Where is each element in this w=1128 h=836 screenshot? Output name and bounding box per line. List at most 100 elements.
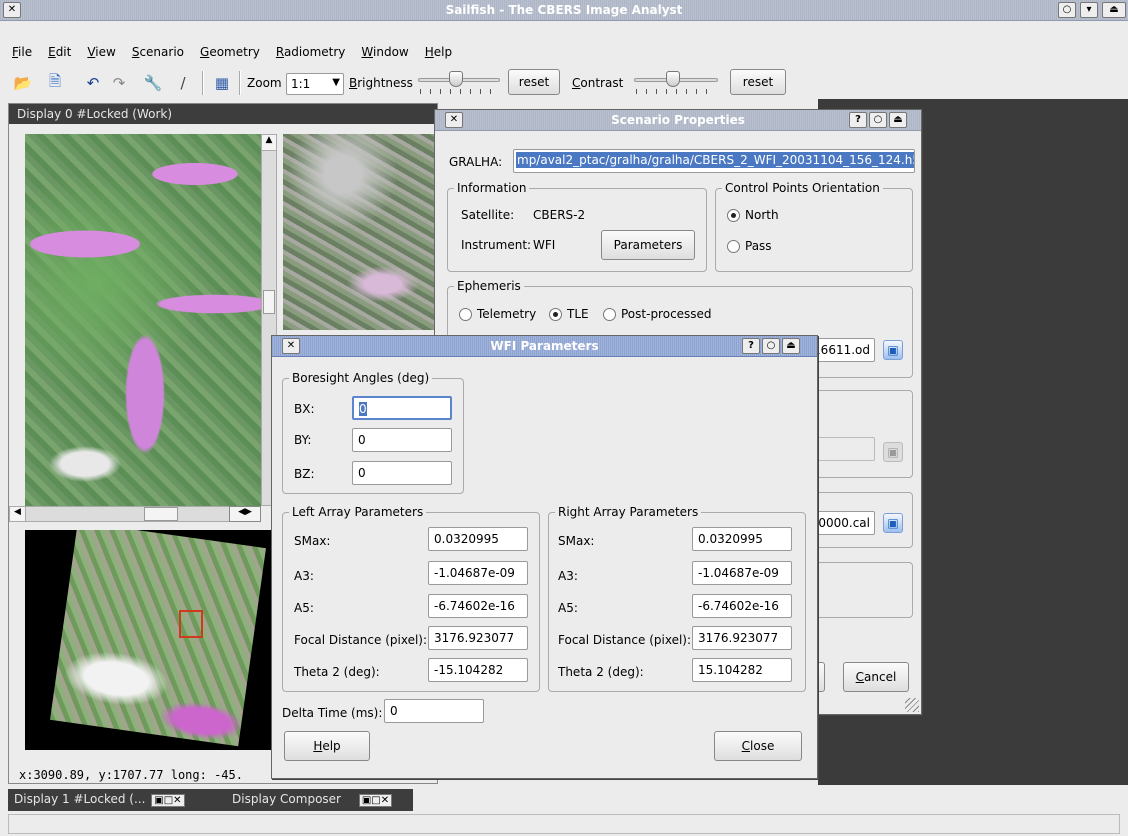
main-options-button[interactable]: ○ (1058, 2, 1076, 18)
scenario-help-button[interactable]: ? (849, 112, 867, 128)
wfi-close-button[interactable]: ✕ (282, 338, 300, 354)
north-radio[interactable]: North (727, 208, 779, 222)
menu-help[interactable]: Help (417, 45, 460, 59)
bz-input[interactable]: 0 (352, 461, 452, 485)
satellite-value: CBERS-2 (533, 208, 586, 222)
open-folder-icon[interactable]: 📂 (12, 72, 34, 94)
radio-selected-icon (727, 208, 740, 222)
viewport-rectangle[interactable] (179, 610, 203, 638)
scroll-up-arrow-icon[interactable]: ▲ (262, 135, 276, 151)
display-icon[interactable]: ▦ (211, 72, 233, 94)
right-focal-input[interactable]: 3176.923077 (692, 626, 792, 650)
eject-icon: ⏏ (893, 114, 903, 125)
left-theta-input[interactable]: -15.104282 (428, 658, 528, 682)
wfi-help-button[interactable]: ? (742, 338, 760, 354)
left-a3-input[interactable]: -1.04687e-09 (428, 561, 528, 585)
orbit-file-value: 16611.od (813, 343, 870, 357)
scenario-title: Scenario Properties (611, 113, 745, 127)
right-a5-input[interactable]: -6.74602e-16 (692, 594, 792, 618)
main-maximize-button[interactable]: ⏏ (1102, 2, 1126, 18)
right-a3-label: A3: (558, 569, 578, 583)
scenario-shade-button[interactable]: ⏏ (889, 112, 907, 128)
main-close-button[interactable]: ✕ (3, 2, 21, 18)
wfi-parameters-window: WFI Parameters ✕ ? ○ ⏏ Boresight Angles … (271, 335, 818, 779)
menu-scenario[interactable]: Scenario (124, 45, 192, 59)
cancel-button[interactable]: Cancel (843, 662, 909, 692)
bz-label: BZ: (294, 467, 315, 481)
tle-radio[interactable]: TLE (549, 307, 589, 321)
main-window-title: Sailfish - The CBERS Image Analyst (445, 3, 683, 17)
main-shade-button[interactable]: ▾ (1080, 2, 1098, 18)
menu-radiometry[interactable]: Radiometry (268, 45, 354, 59)
brightness-slider[interactable] (418, 71, 500, 95)
scenario-options-button[interactable]: ○ (869, 112, 887, 128)
by-input[interactable]: 0 (352, 428, 452, 452)
instrument-value: WFI (533, 238, 556, 252)
contrast-slider[interactable] (634, 71, 718, 95)
browse-folder-icon-disabled: ▣ (883, 442, 903, 462)
undo-icon[interactable]: ↶ (82, 72, 104, 94)
postprocessed-radio[interactable]: Post-processed (603, 307, 712, 321)
close-button[interactable]: Close (714, 731, 802, 761)
slider-knob[interactable] (449, 71, 463, 87)
menu-window[interactable]: Window (353, 45, 416, 59)
gralha-path-input[interactable]: mp/aval2_ptac/gralha/gralha/CBERS_2_WFI_… (513, 149, 915, 173)
horizontal-scrollbar[interactable]: ◀ (9, 506, 261, 522)
cal-file-value: 00000.cal (810, 516, 870, 530)
pen-icon[interactable]: / (172, 72, 194, 94)
left-focal-input[interactable]: 3176.923077 (428, 626, 528, 650)
radio-unselected-icon (727, 239, 740, 253)
delta-time-label: Delta Time (ms): (282, 706, 383, 720)
left-a5-input[interactable]: -6.74602e-16 (428, 594, 528, 618)
cpo-title: Control Points Orientation (722, 181, 883, 195)
by-value: 0 (358, 433, 366, 447)
slider-knob[interactable] (666, 71, 680, 87)
parameters-button[interactable]: Parameters (601, 230, 695, 260)
satellite-image-secondary (283, 134, 439, 330)
save-file-icon[interactable]: 🗎 (44, 72, 66, 94)
brightness-reset-button[interactable]: reset (508, 69, 560, 95)
contrast-reset-button[interactable]: reset (730, 69, 786, 95)
scenario-close-button[interactable]: ✕ (445, 112, 463, 128)
scroll-thumb[interactable] (144, 507, 178, 521)
menu-edit[interactable]: Edit (40, 45, 79, 59)
taskbar-display1[interactable]: Display 1 #Locked (... ▣□✕ (14, 792, 185, 807)
delta-time-input[interactable]: 0 (384, 699, 484, 723)
telemetry-radio[interactable]: Telemetry (459, 307, 536, 321)
right-theta-input[interactable]: 15.104282 (692, 658, 792, 682)
resize-grip-icon[interactable] (905, 698, 919, 712)
right-smax-input[interactable]: 0.0320995 (692, 527, 792, 551)
gralha-label: GRALHA: (449, 155, 503, 169)
eject-icon: ⏏ (1109, 4, 1119, 15)
left-a3-value: -1.04687e-09 (434, 566, 515, 580)
window-buttons-icon[interactable]: ▣□✕ (358, 794, 393, 807)
pass-radio[interactable]: Pass (727, 239, 772, 253)
zoom-label: Zoom (247, 76, 282, 90)
zoom-select[interactable]: 1:1 ▼ (286, 73, 344, 95)
scroll-left-arrow-icon[interactable]: ◀ (10, 507, 26, 521)
wfi-shade-button[interactable]: ⏏ (782, 338, 800, 354)
help-button[interactable]: Help (284, 731, 370, 761)
browse-folder-icon[interactable]: ▣ (883, 513, 903, 533)
satellite-image-main (25, 134, 261, 506)
overview-image (25, 530, 271, 750)
eject-icon: ⏏ (786, 340, 796, 351)
scroll-nav-buttons[interactable]: ◀▶ (229, 506, 261, 522)
window-buttons-icon[interactable]: ▣□✕ (151, 794, 185, 807)
menu-file[interactable]: File (4, 45, 40, 59)
browse-folder-icon[interactable]: ▣ (883, 340, 903, 360)
menu-view[interactable]: View (79, 45, 123, 59)
chevron-down-icon: ▾ (1086, 4, 1092, 15)
toolbar-separator (202, 71, 204, 95)
scroll-thumb[interactable] (263, 290, 275, 314)
taskbar-display-composer[interactable]: Display Composer ▣□✕ (232, 792, 393, 807)
left-smax-input[interactable]: 0.0320995 (428, 527, 528, 551)
slider-ticks (420, 89, 498, 94)
close-rest: lose (750, 739, 775, 753)
bx-input[interactable]: 0 (352, 396, 452, 420)
wfi-options-button[interactable]: ○ (762, 338, 780, 354)
redo-icon[interactable]: ↷ (108, 72, 130, 94)
right-a3-input[interactable]: -1.04687e-09 (692, 561, 792, 585)
wrench-icon[interactable]: 🔧 (142, 72, 164, 94)
menu-geometry[interactable]: Geometry (192, 45, 268, 59)
